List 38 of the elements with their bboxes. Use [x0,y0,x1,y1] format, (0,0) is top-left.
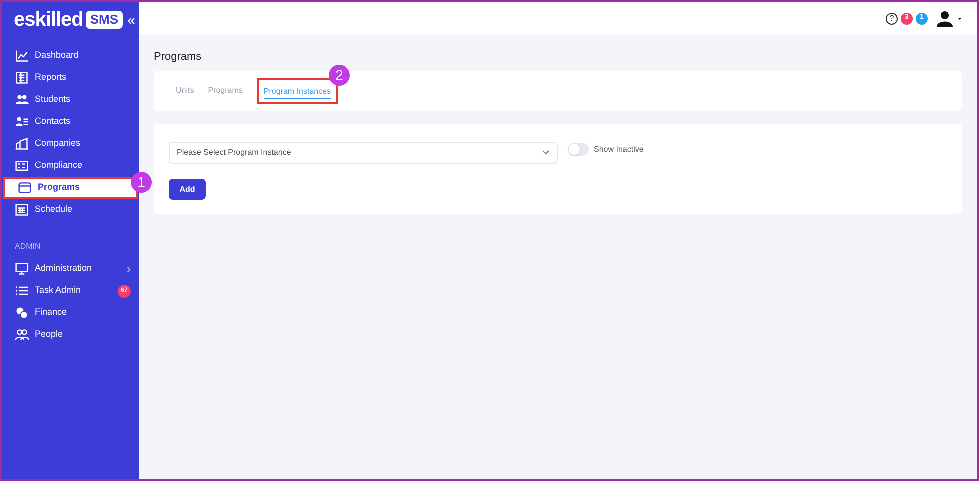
nav-item[interactable]: Dashboard [2,45,139,67]
people-icon [15,328,29,342]
nav-item[interactable]: Administration [35,262,121,276]
callout-number: 2 [329,65,350,86]
logo-text: eskilled [14,8,84,33]
toggle-label: Show Inactive [594,144,644,156]
nav-item[interactable]: Students [2,89,139,111]
browser-window-icon [18,181,32,195]
collapse-button[interactable]: « [128,10,136,30]
program-instance-select[interactable]: Please Select Program Instance [169,142,558,164]
monitor-icon [15,262,29,276]
line-chart-icon [15,49,29,63]
toggle-switch[interactable] [568,143,589,156]
nav-item[interactable]: Companies [2,133,139,155]
document-icon [15,71,29,85]
user-avatar-icon[interactable] [937,10,963,26]
chevron-icon: › [127,260,131,278]
section-heading: ADMIN [14,241,42,253]
calendar-icon [15,203,29,217]
add-button[interactable]: Add [169,179,206,200]
nav-item[interactable]: Schedule [2,199,139,221]
id-card-icon [15,159,29,173]
nav-item[interactable]: People [35,328,131,342]
nav-item[interactable]: Contacts [2,111,139,133]
coins-icon [15,306,29,320]
chevron-down-icon [542,150,550,156]
callout-number: 1 [131,172,152,193]
people-icon [15,93,29,107]
building-icon [15,137,29,151]
page-title: Programs [154,50,203,65]
nav-item[interactable]: Programs [3,177,138,199]
nav-item[interactable]: Reports [2,67,139,89]
logo-badge: SMS [86,11,123,29]
list-icon [15,284,29,298]
contact-card-icon [15,115,29,129]
help-icon[interactable]: ? [886,12,898,24]
nav-item[interactable]: Task Admin [35,284,112,298]
nav-item[interactable]: Finance [35,306,131,320]
